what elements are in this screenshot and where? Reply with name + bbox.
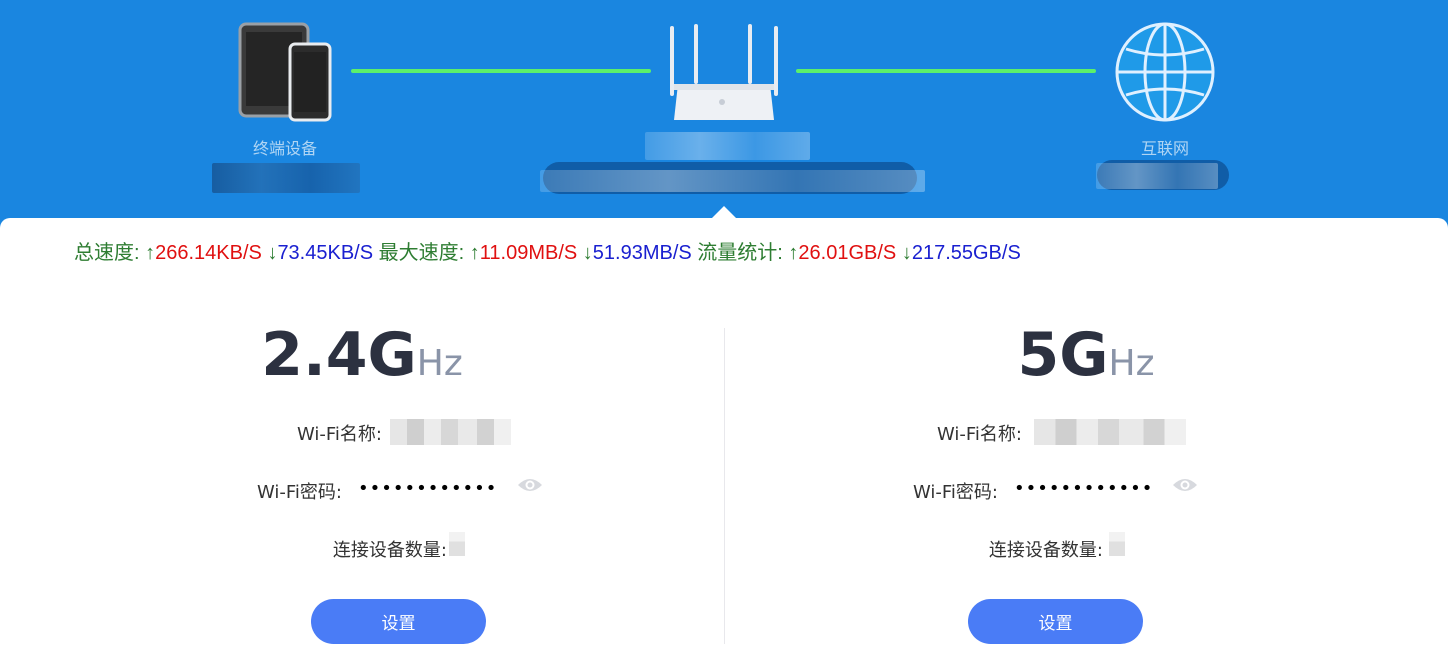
band-5g-devices-label: 连接设备数量:: [988, 540, 1103, 561]
band-2g4-setting-button[interactable]: 设置: [311, 599, 486, 644]
up-arrow-icon: ↑: [788, 242, 799, 264]
band-2g4-wifi-name-label: Wi-Fi名称:: [296, 424, 382, 445]
max-down-speed: 51.93MB/S: [592, 242, 692, 264]
traffic-up: 26.01GB/S: [798, 242, 897, 264]
band-2g4-eye-icon[interactable]: [517, 477, 543, 493]
card-pointer: [712, 206, 736, 218]
terminal-count-redacted: [212, 163, 360, 193]
terminal-devices-node[interactable]: [238, 22, 333, 122]
total-down-speed: 73.45KB/S: [277, 242, 374, 264]
band-5g-setting-button[interactable]: 设置: [968, 599, 1143, 644]
internet-label: 互联网: [1140, 139, 1190, 158]
band-2g4-wifi-name-redacted: [390, 419, 511, 445]
band-5g-panel: 5GHz Wi-Fi名称: Wi-Fi密码: •••••••••••• 连接设备…: [724, 320, 1448, 660]
band-5g-unit: Hz: [1108, 343, 1155, 384]
tablet-phone-icon: [238, 22, 332, 122]
band-2g4-wifi-pwd-label: Wi-Fi密码:: [256, 482, 342, 503]
device-router-link: [351, 69, 651, 73]
internet-info-redacted: [1096, 163, 1218, 189]
band-5g-wifi-pwd-label: Wi-Fi密码:: [912, 482, 998, 503]
network-topology-banner: 终端设备 互联网: [0, 0, 1448, 240]
band-5g-freq: 5G: [1017, 320, 1109, 390]
band-2g4-devices-count-redacted: [449, 532, 465, 556]
speed-stats: 总速度: ↑266.14KB/S ↓73.45KB/S 最大速度: ↑11.09…: [74, 236, 1021, 265]
router-node[interactable]: [664, 22, 784, 124]
router-internet-link: [796, 69, 1096, 73]
router-name-redacted: [645, 132, 810, 160]
band-2g4-wifi-pwd-value[interactable]: ••••••••••••: [358, 478, 497, 499]
total-speed-label: 总速度:: [74, 242, 140, 264]
internet-node[interactable]: [1114, 21, 1216, 123]
router-info-redacted: [540, 170, 925, 192]
router-dashboard: 终端设备 互联网 总速度: ↑266.14KB/S ↓73.45KB/S 最大速…: [0, 0, 1448, 664]
band-5g-wifi-name-label: Wi-Fi名称:: [936, 424, 1022, 445]
band-2g4-panel: 2.4GHz Wi-Fi名称: Wi-Fi密码: •••••••••••• 连接…: [0, 320, 724, 660]
band-5g-title: 5GHz: [724, 320, 1448, 390]
terminal-devices-label: 终端设备: [252, 139, 318, 158]
total-up-speed: 266.14KB/S: [155, 242, 262, 264]
band-2g4-title: 2.4GHz: [0, 320, 724, 390]
band-5g-wifi-name-redacted: [1034, 419, 1186, 445]
router-icon: [670, 24, 778, 120]
up-arrow-icon: ↑: [145, 242, 156, 264]
band-2g4-freq: 2.4G: [261, 320, 417, 390]
band-5g-devices-count-redacted: [1109, 532, 1125, 556]
up-arrow-icon: ↑: [469, 242, 480, 264]
down-arrow-icon: ↓: [582, 242, 593, 264]
traffic-down: 217.55GB/S: [911, 242, 1021, 264]
band-2g4-devices-label: 连接设备数量:: [332, 540, 447, 561]
down-arrow-icon: ↓: [267, 242, 278, 264]
band-2g4-unit: Hz: [416, 343, 463, 384]
band-5g-eye-icon[interactable]: [1172, 477, 1198, 493]
traffic-stats-label: 流量统计:: [697, 242, 783, 264]
globe-icon: [1115, 22, 1215, 122]
max-speed-label: 最大速度:: [378, 242, 465, 264]
band-5g-wifi-pwd-value[interactable]: ••••••••••••: [1014, 478, 1153, 499]
max-up-speed: 11.09MB/S: [479, 242, 578, 264]
down-arrow-icon: ↓: [901, 242, 912, 264]
